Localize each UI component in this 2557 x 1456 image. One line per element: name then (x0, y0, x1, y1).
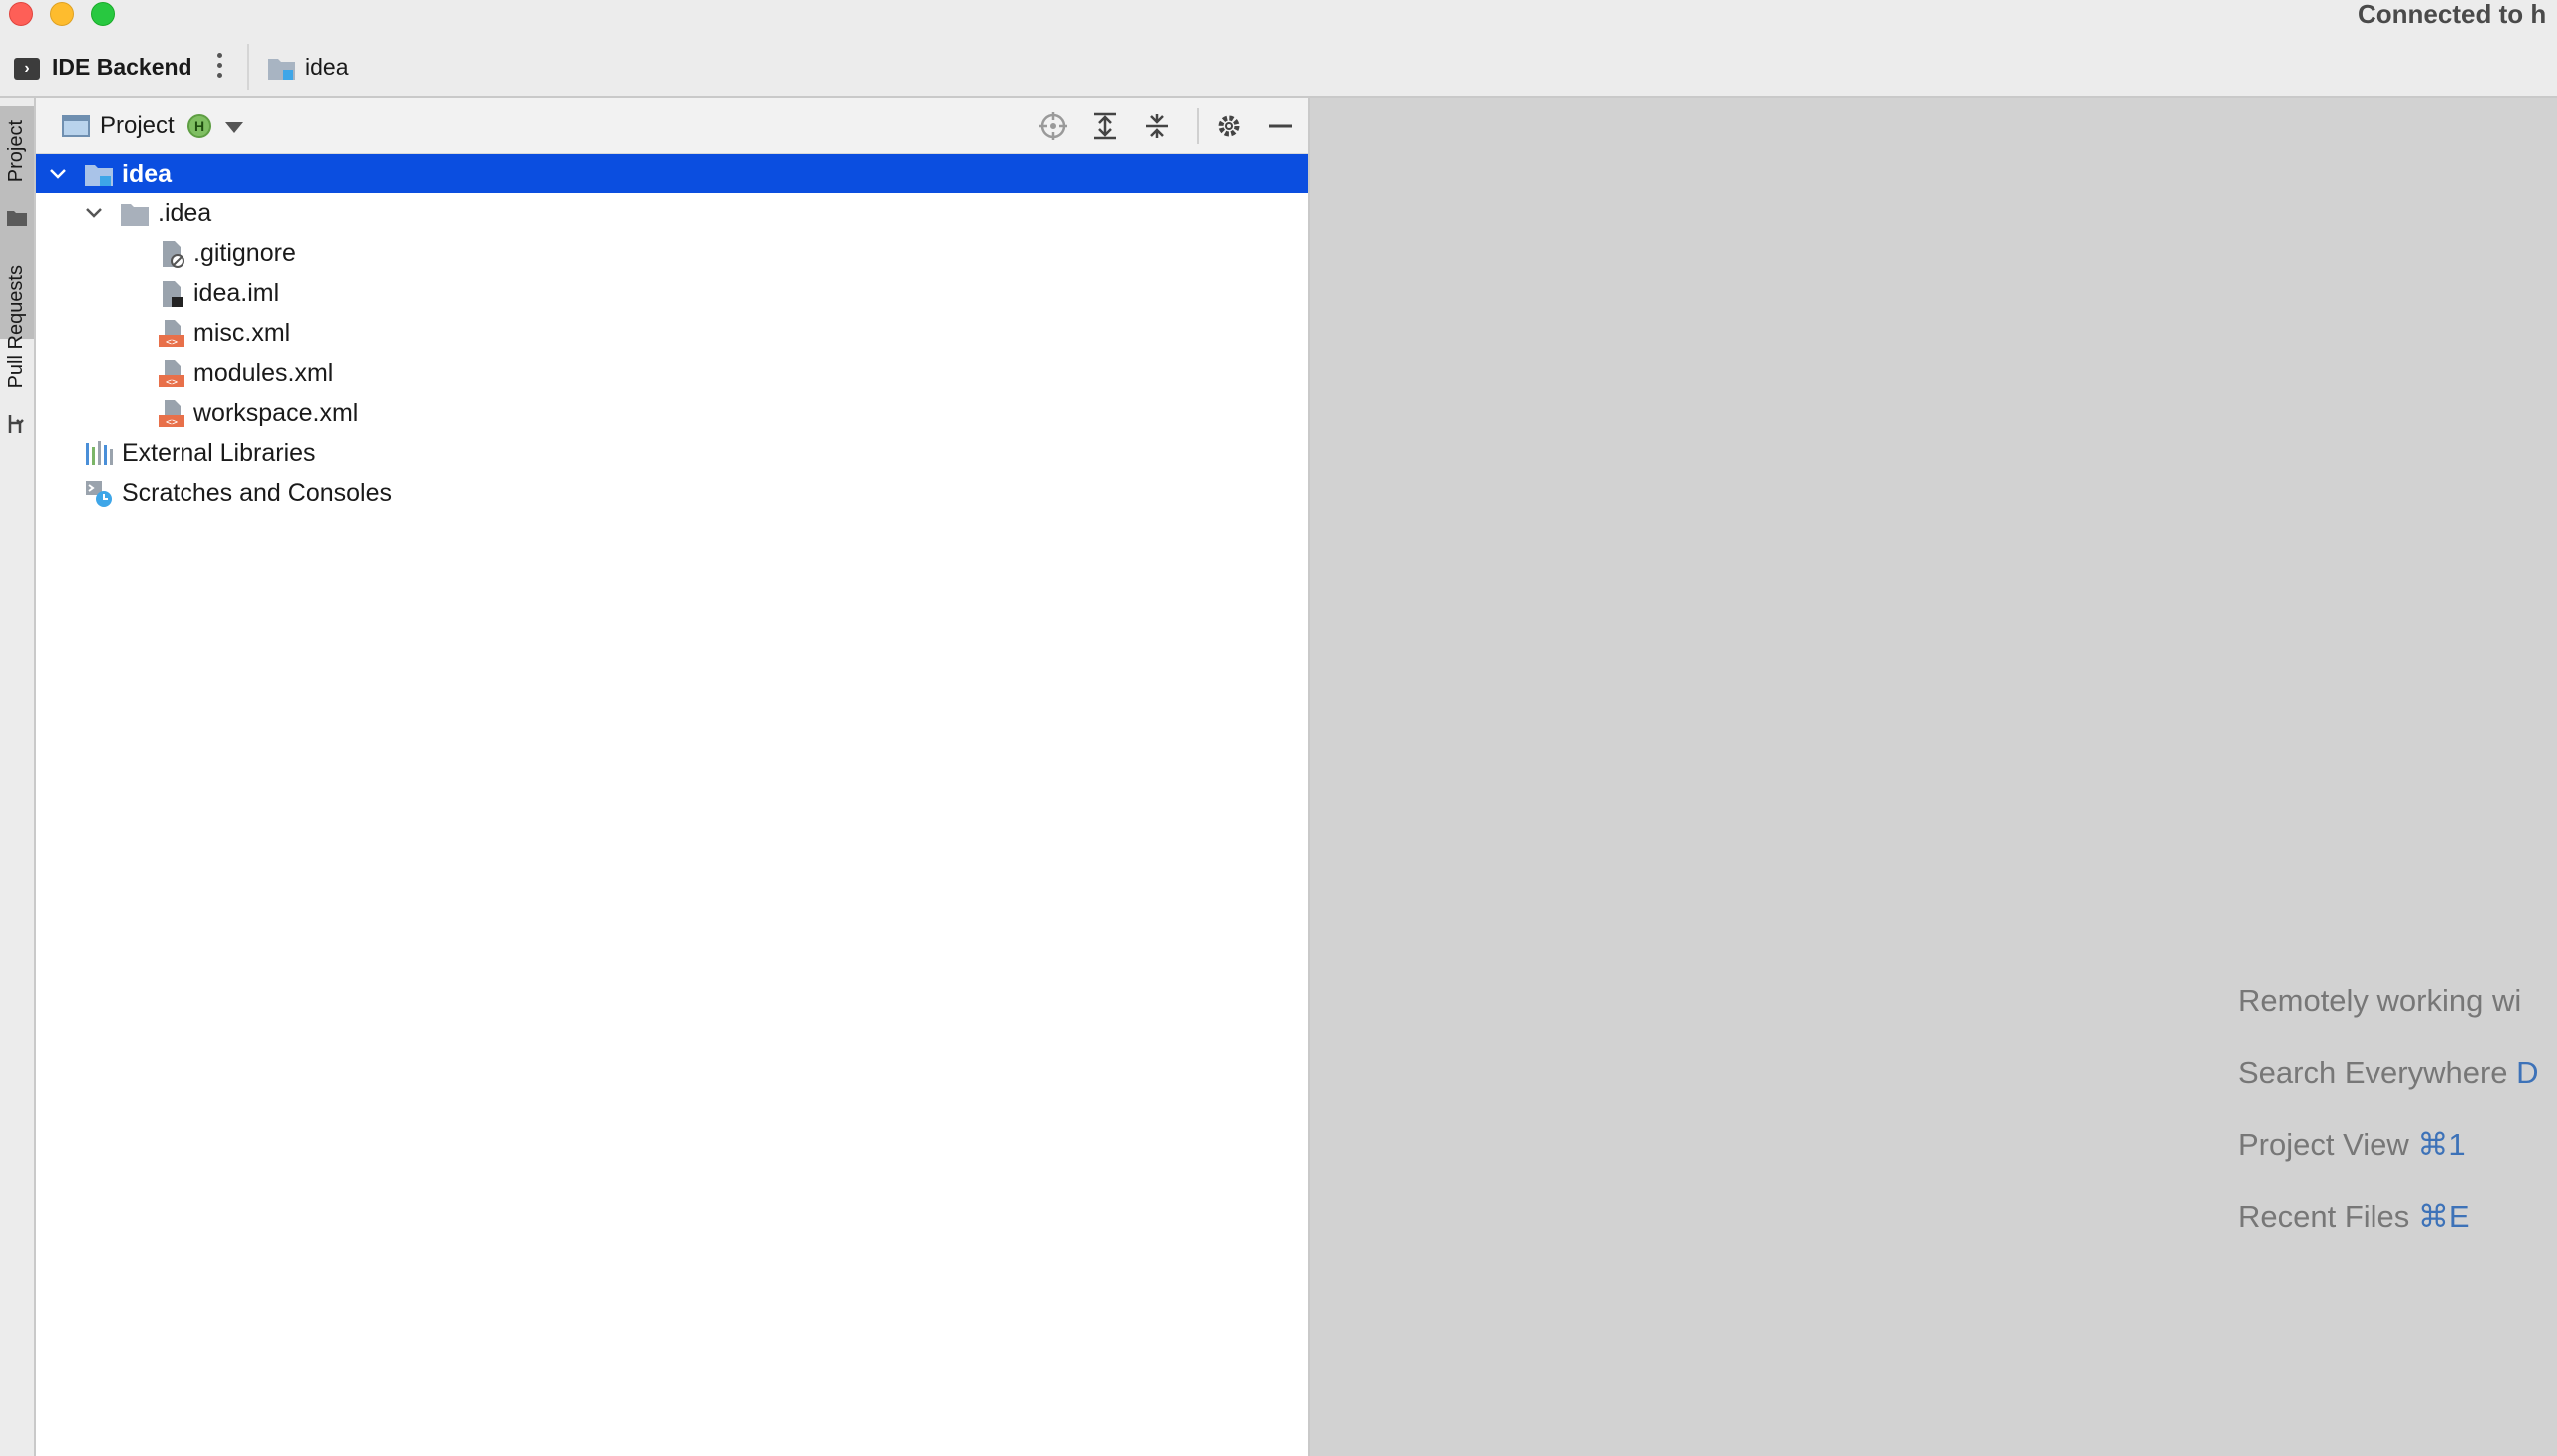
collapse-all-icon[interactable] (1141, 110, 1173, 142)
tree-row-file[interactable]: .gitignore (36, 233, 1308, 273)
chevron-down-icon[interactable] (225, 122, 243, 133)
chevron-down-icon[interactable] (48, 164, 68, 183)
tree-row-file[interactable]: <> modules.xml (36, 353, 1308, 393)
project-tab-label: Project (5, 120, 27, 182)
toolbar-divider (247, 44, 249, 90)
left-tool-strip: Project Pull Requests (0, 98, 36, 1456)
tree-label-file: .gitignore (193, 239, 296, 267)
backend-terminal-icon: › (14, 58, 40, 80)
editor-empty-area: Remotely working wi Search Everywhere D … (1310, 98, 2557, 1456)
tree-row-external-libraries[interactable]: External Libraries (36, 433, 1308, 473)
tree-row-file[interactable]: idea.iml (36, 273, 1308, 313)
svg-text:<>: <> (166, 377, 178, 388)
tree-label-file: modules.xml (193, 359, 334, 387)
hint-text: Recent Files (2238, 1199, 2418, 1234)
title-bar: Connected to h (0, 0, 2557, 30)
tree-row-root[interactable]: idea (36, 154, 1308, 193)
folder-icon (121, 204, 149, 226)
gear-icon[interactable] (1213, 110, 1245, 142)
tree-label-idea-folder: .idea (158, 199, 212, 227)
chevron-down-icon[interactable] (84, 203, 104, 223)
pull-request-icon (8, 415, 24, 433)
tree-row-idea-folder[interactable]: .idea (36, 193, 1308, 233)
project-view-icon (62, 115, 90, 137)
hint-shortcut: D (2516, 1055, 2539, 1090)
xml-file-icon: <> (159, 400, 184, 428)
hint-search-everywhere: Search Everywhere D (2238, 1055, 2539, 1091)
locate-icon[interactable] (1037, 110, 1069, 142)
more-options-button[interactable] (209, 50, 229, 86)
tree-row-scratches[interactable]: Scratches and Consoles (36, 473, 1308, 513)
tree-label-file: idea.iml (193, 279, 280, 307)
folder-icon (7, 211, 27, 226)
svg-text:<>: <> (166, 417, 178, 428)
hint-project-view: Project View ⌘1 (2238, 1127, 2466, 1163)
tree-label-scratches: Scratches and Consoles (122, 479, 392, 507)
expand-all-icon[interactable] (1089, 110, 1121, 142)
svg-text:<>: <> (166, 337, 178, 348)
window-close-button[interactable] (9, 2, 33, 26)
hint-text: Search Everywhere (2238, 1055, 2517, 1090)
scratches-icon (86, 481, 112, 507)
ide-backend-label[interactable]: IDE Backend (52, 54, 192, 81)
hint-recent-files: Recent Files ⌘E (2238, 1199, 2470, 1235)
header-divider (1197, 108, 1199, 144)
hint-shortcut: ⌘E (2417, 1199, 2470, 1234)
xml-file-icon: <> (159, 320, 184, 348)
window-title: Connected to h (2358, 0, 2547, 29)
project-panel-header: Project H (36, 98, 1308, 154)
tree-row-file[interactable]: <> misc.xml (36, 313, 1308, 353)
project-panel: Project H idea .idea .gitignore idea.iml… (36, 98, 1310, 1456)
project-name-label[interactable]: idea (305, 54, 348, 81)
ignore-file-icon (163, 241, 184, 268)
hint-remote: Remotely working wi (2238, 983, 2521, 1019)
tree-label-file: workspace.xml (193, 399, 359, 427)
project-folder-icon (268, 59, 295, 80)
module-file-icon (163, 281, 183, 307)
main-toolbar: › IDE Backend idea (0, 30, 2557, 98)
tree-label-file: misc.xml (193, 319, 291, 347)
tree-label-root: idea (122, 160, 173, 187)
hint-text: Remotely working wi (2238, 983, 2522, 1018)
window-maximize-button[interactable] (91, 2, 115, 26)
xml-file-icon: <> (159, 360, 184, 388)
window-minimize-button[interactable] (50, 2, 74, 26)
hint-text: Project View (2238, 1127, 2418, 1162)
libraries-icon (86, 441, 113, 465)
tree-row-file[interactable]: <> workspace.xml (36, 393, 1308, 433)
project-badge: H (187, 114, 211, 138)
minimize-panel-icon[interactable] (1265, 110, 1296, 142)
pull-requests-tab[interactable]: Pull Requests (5, 265, 28, 388)
hint-shortcut: ⌘1 (2417, 1127, 2466, 1162)
module-folder-icon (85, 165, 113, 186)
tree-label-external-libraries: External Libraries (122, 439, 316, 467)
project-view-title[interactable]: Project (100, 112, 175, 140)
